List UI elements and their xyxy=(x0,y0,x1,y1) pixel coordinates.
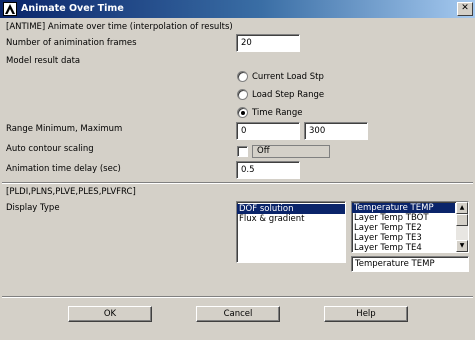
display-category-list[interactable]: DOF solution Flux & gradient xyxy=(236,201,346,263)
list-item-layer-temp-tbot[interactable]: Layer Temp TBOT xyxy=(352,213,468,223)
cancel-button[interactable]: Cancel xyxy=(196,306,280,322)
display-type-label: Display Type xyxy=(6,203,60,213)
model-result-label: Model result data xyxy=(6,56,81,66)
scroll-thumb[interactable] xyxy=(456,214,468,226)
radio-label-time-range: Time Range xyxy=(252,108,303,118)
window-title: Animate Over Time xyxy=(21,3,124,14)
scroll-down-icon[interactable]: ▼ xyxy=(456,240,468,252)
button-divider xyxy=(2,296,473,298)
section-header-pldi: [PLDI,PLNS,PLVE,PLES,PLVFRC] xyxy=(6,187,136,197)
range-max-input[interactable]: 300 xyxy=(304,122,368,140)
section-header-antime: [ANTIME] Animate over time (interpolatio… xyxy=(6,22,233,32)
delay-input[interactable]: 0.5 xyxy=(236,161,300,179)
help-button[interactable]: Help xyxy=(324,306,408,322)
auto-contour-label: Auto contour scaling xyxy=(6,144,94,154)
range-min-input[interactable]: 0 xyxy=(236,122,300,140)
list-item-temperature-temp[interactable]: Temperature TEMP xyxy=(352,203,455,213)
ok-button[interactable]: OK xyxy=(68,306,152,322)
close-icon[interactable]: ✕ xyxy=(457,2,473,16)
range-label: Range Minimum, Maximum xyxy=(6,124,123,134)
section-divider xyxy=(2,182,473,184)
ansys-logo-icon xyxy=(3,2,17,16)
auto-contour-checkbox[interactable] xyxy=(237,146,248,157)
list-item-dof-solution[interactable]: DOF solution xyxy=(237,204,345,214)
radio-time-range[interactable] xyxy=(237,107,248,118)
list-scrollbar[interactable]: ▲ ▼ xyxy=(456,202,468,252)
frames-input[interactable]: 20 xyxy=(236,34,300,52)
radio-current-load-stp[interactable] xyxy=(237,71,248,82)
title-bar[interactable]: Animate Over Time ✕ xyxy=(0,0,475,18)
scroll-up-icon[interactable]: ▲ xyxy=(456,202,468,214)
radio-label-load-step-range: Load Step Range xyxy=(252,90,325,100)
display-item-input[interactable]: Temperature TEMP xyxy=(351,256,469,272)
radio-label-current-load-stp: Current Load Stp xyxy=(252,72,324,82)
list-item-layer-temp-te3[interactable]: Layer Temp TE3 xyxy=(352,233,468,243)
display-item-list[interactable]: Temperature TEMP Layer Temp TBOT Layer T… xyxy=(351,201,469,253)
delay-label: Animation time delay (sec) xyxy=(6,164,121,174)
auto-contour-state[interactable]: Off xyxy=(252,145,330,158)
list-item-flux-gradient[interactable]: Flux & gradient xyxy=(237,214,345,224)
radio-load-step-range[interactable] xyxy=(237,89,248,100)
frames-label: Number of animination frames xyxy=(6,38,137,48)
list-item-layer-temp-te4[interactable]: Layer Temp TE4 xyxy=(352,243,468,252)
list-item-layer-temp-te2[interactable]: Layer Temp TE2 xyxy=(352,223,468,233)
